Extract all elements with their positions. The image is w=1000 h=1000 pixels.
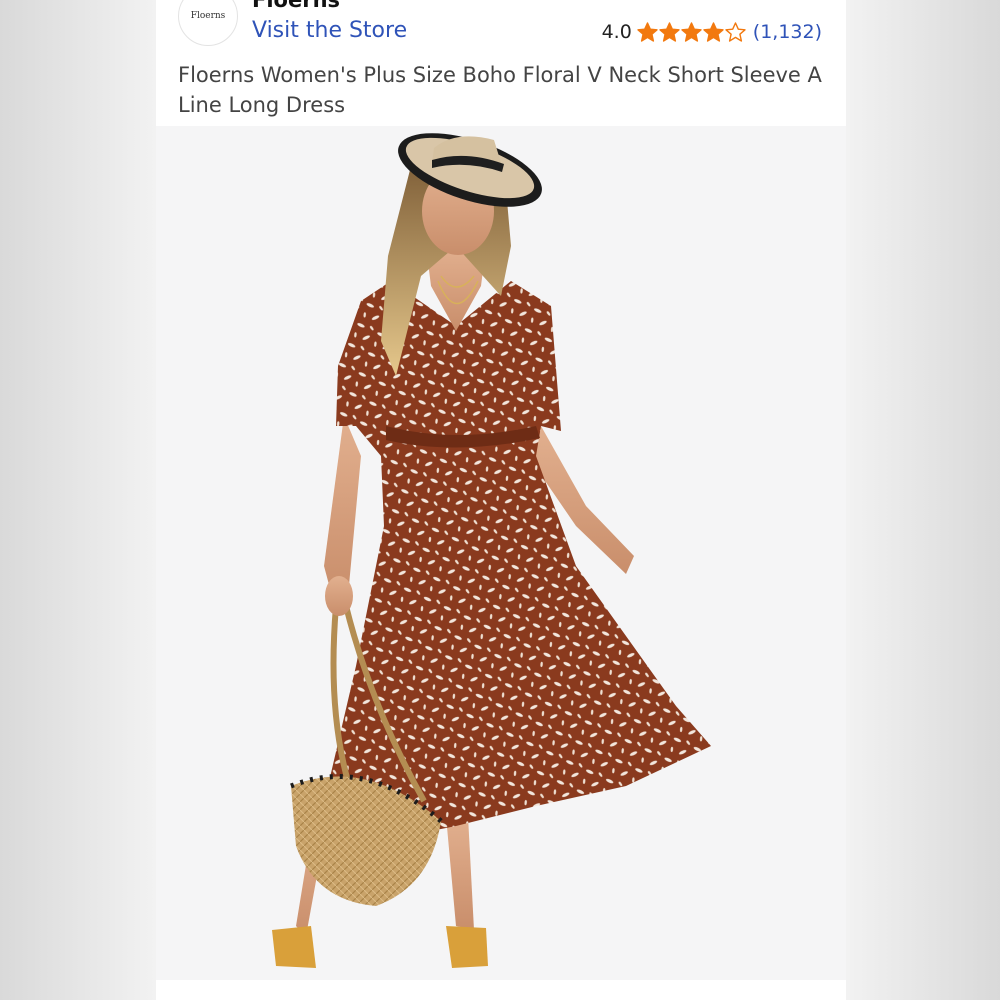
star-filled-icon xyxy=(681,22,702,42)
right-blur-margin xyxy=(846,0,1000,1000)
product-title: Floerns Women's Plus Size Boho Floral V … xyxy=(178,63,822,117)
star-filled-icon xyxy=(637,22,658,42)
rating-summary[interactable]: 4.0 (1,132) xyxy=(602,21,822,43)
review-count-link[interactable]: (1,132) xyxy=(753,21,822,43)
product-image[interactable] xyxy=(156,126,846,980)
store-logo[interactable]: Floerns xyxy=(178,0,238,46)
star-rating xyxy=(637,22,747,42)
star-empty-icon xyxy=(725,22,746,42)
store-logo-text: Floerns xyxy=(190,11,226,21)
product-header: Floerns Floerns Visit the Store 4.0 (1,1… xyxy=(156,0,846,126)
rating-value: 4.0 xyxy=(601,21,632,43)
left-blur-margin xyxy=(0,0,156,1000)
star-filled-icon xyxy=(703,22,724,42)
bottom-strip xyxy=(156,980,846,1000)
brand-name[interactable]: Floerns xyxy=(252,0,340,12)
star-filled-icon xyxy=(659,22,680,42)
visit-store-link[interactable]: Visit the Store xyxy=(252,18,407,43)
product-photo-illustration xyxy=(272,133,711,968)
product-panel: Floerns Floerns Visit the Store 4.0 (1,1… xyxy=(156,0,846,1000)
